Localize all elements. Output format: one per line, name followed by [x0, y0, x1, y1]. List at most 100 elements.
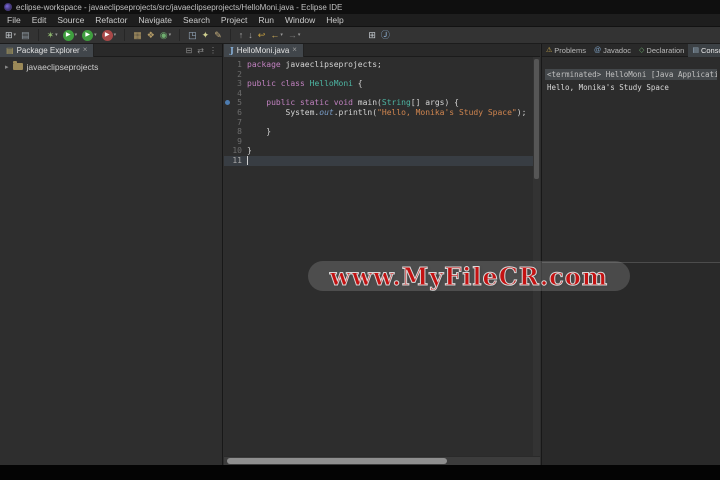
code-line-2[interactable]: 2: [224, 70, 540, 80]
menu-item-source[interactable]: Source: [57, 15, 84, 25]
back-icon[interactable]: ← ▾: [270, 30, 283, 41]
next-annotation-icon[interactable]: ↓: [248, 30, 253, 41]
mark-occurrences-icon[interactable]: ✎: [214, 30, 222, 41]
collapse-all-icon[interactable]: ⊟: [186, 46, 193, 55]
menu-item-search[interactable]: Search: [183, 15, 210, 25]
tree-item-project[interactable]: ▸ javaeclipseprojects: [5, 61, 217, 72]
editor-vertical-scrollbar[interactable]: [533, 57, 540, 456]
tab-label: Problems: [554, 45, 586, 55]
tab-label: Package Explorer: [16, 45, 80, 55]
menu-item-help[interactable]: Help: [326, 15, 343, 25]
line-number: 9: [237, 136, 242, 146]
code-line-10[interactable]: 10}: [224, 146, 540, 156]
close-icon[interactable]: ×: [292, 46, 297, 54]
code-line-8[interactable]: 8 }: [224, 127, 540, 137]
toolbar-icons: ⊞ ▾ ▤ ✶ ▾ ▶ ▾ ▶ ▾ ▶ ▾ ▦ ❖ ◉ ▾ ◳ ✦ ✎ ↑ ↓ ↩ ← ▾ → ▾ ⊞ Ⓙ: [0, 27, 720, 44]
line-number: 3: [237, 79, 242, 89]
code-text: public class HelloMoni {: [247, 79, 363, 89]
code-text: public static void main(String[] args) {: [266, 98, 459, 108]
line-number: 4: [237, 88, 242, 98]
new-package-icon[interactable]: ❖: [147, 30, 155, 41]
tab-javadoc[interactable]: @ Javadoc: [590, 44, 635, 57]
line-number: 8: [237, 127, 242, 137]
package-explorer-icon: ▤: [6, 45, 14, 55]
watermark-text: www.MyFileCR.com: [329, 261, 609, 291]
menu-item-file[interactable]: File: [7, 15, 21, 25]
text-cursor: [247, 155, 248, 165]
dropdown-caret-icon[interactable]: ▾: [94, 32, 97, 38]
dropdown-caret-icon[interactable]: ▾: [14, 32, 17, 38]
debug-icon: ✶: [46, 29, 55, 40]
project-tree: ▸ javaeclipseprojects: [0, 57, 222, 76]
tab-declaration[interactable]: ◇ Declaration: [635, 44, 688, 57]
editor-horizontal-scrollbar[interactable]: [224, 456, 540, 465]
expand-chevron-icon[interactable]: ▸: [5, 63, 9, 71]
new-wizard-icon[interactable]: ⊞ ▾: [5, 30, 16, 41]
java-perspective-icon[interactable]: Ⓙ: [381, 30, 390, 41]
menu-item-edit[interactable]: Edit: [32, 15, 47, 25]
toolbar-separator: [179, 29, 181, 41]
link-editor-icon[interactable]: ⇄: [197, 46, 204, 55]
coverage-icon[interactable]: ▶ ▾: [82, 29, 97, 41]
new-java-project-icon[interactable]: ▦: [133, 30, 142, 41]
last-edit-location-icon[interactable]: ↩: [258, 30, 266, 41]
editor-area: J HelloMoni.java × 1 package javaeclipsep…: [224, 43, 540, 465]
forward-icon[interactable]: → ▾: [288, 30, 301, 41]
external-tools-icon[interactable]: ▶ ▾: [101, 29, 117, 41]
menu-item-refactor[interactable]: Refactor: [95, 15, 127, 25]
new-package-icon: ❖: [146, 29, 155, 40]
dropdown-caret-icon[interactable]: ▾: [75, 32, 78, 38]
close-icon[interactable]: ×: [83, 46, 88, 54]
package-explorer-tabstrip: ▤ Package Explorer × ⊟ ⇄ ⋮: [0, 43, 222, 57]
menu-item-run[interactable]: Run: [258, 15, 274, 25]
search-icon[interactable]: ✦: [202, 30, 210, 41]
view-menu-icon[interactable]: ⋮: [209, 46, 217, 55]
coverage-icon: ▶: [82, 29, 94, 41]
menu-item-project[interactable]: Project: [221, 15, 247, 25]
save-icon[interactable]: ▤: [21, 30, 30, 41]
code-line-4[interactable]: 4: [224, 89, 540, 99]
prev-annotation-icon[interactable]: ↑: [239, 30, 244, 41]
open-perspective-icon[interactable]: ⊞: [368, 30, 376, 41]
code-line-11[interactable]: 11: [224, 155, 540, 166]
tab-package-explorer[interactable]: ▤ Package Explorer ×: [0, 43, 95, 57]
launch-marker-icon: [225, 100, 230, 106]
dropdown-caret-icon[interactable]: ▾: [298, 32, 301, 38]
tab-hellomoni-java[interactable]: J HelloMoni.java ×: [224, 43, 304, 57]
line-number: 7: [237, 117, 242, 127]
console-view[interactable]: <terminated> HelloMoni [Java Application…: [542, 57, 720, 263]
code-line-3[interactable]: 3 public class HelloMoni {: [224, 79, 540, 89]
dropdown-caret-icon[interactable]: ▾: [55, 32, 58, 38]
back-icon: ←: [270, 29, 280, 40]
toolbar-separator: [37, 29, 39, 41]
open-type-icon[interactable]: ◳: [188, 30, 197, 41]
dropdown-caret-icon[interactable]: ▾: [114, 32, 117, 38]
menu-item-window[interactable]: Window: [285, 15, 315, 25]
right-panel-tabs: ⚠Problems@Javadoc◇Declaration▤Console–▢: [542, 43, 720, 57]
line-number: 10: [232, 146, 242, 156]
code-text: package javaeclipseprojects;: [247, 60, 382, 69]
code-line-1[interactable]: 1 package javaeclipseprojects;: [224, 60, 540, 70]
console-icon: ▤: [692, 47, 699, 54]
run-icon[interactable]: ▶ ▾: [62, 29, 78, 41]
window-title: eclipse-workspace - javaeclipseprojects/…: [16, 2, 343, 12]
new-class-icon[interactable]: ◉ ▾: [160, 30, 171, 41]
code-line-9[interactable]: 9: [224, 137, 540, 147]
tab-console[interactable]: ▤Console: [688, 43, 720, 57]
debug-icon[interactable]: ✶ ▾: [47, 30, 58, 41]
code-line-5[interactable]: 5 public static void main(String[] args)…: [224, 98, 540, 108]
scrollbar-thumb[interactable]: [227, 458, 447, 464]
tab-problems[interactable]: ⚠ Problems: [542, 44, 590, 57]
package-explorer-panel: ▤ Package Explorer × ⊟ ⇄ ⋮ ▸ javaeclipse…: [0, 43, 223, 465]
save-icon: ▤: [21, 29, 30, 40]
dropdown-caret-icon[interactable]: ▾: [280, 32, 283, 38]
code-text: }: [247, 146, 252, 156]
code-line-7[interactable]: 7: [224, 118, 540, 128]
toolbar-separator: [305, 29, 363, 41]
menu-item-navigate[interactable]: Navigate: [138, 15, 172, 25]
forward-icon: →: [287, 29, 297, 40]
scrollbar-thumb[interactable]: [534, 59, 539, 179]
code-lines[interactable]: 1 package javaeclipseprojects; 2 3 public cl…: [224, 57, 540, 456]
dropdown-caret-icon[interactable]: ▾: [169, 32, 172, 38]
code-line-6[interactable]: 6 System.out.println("Hello, Monika's St…: [224, 108, 540, 118]
